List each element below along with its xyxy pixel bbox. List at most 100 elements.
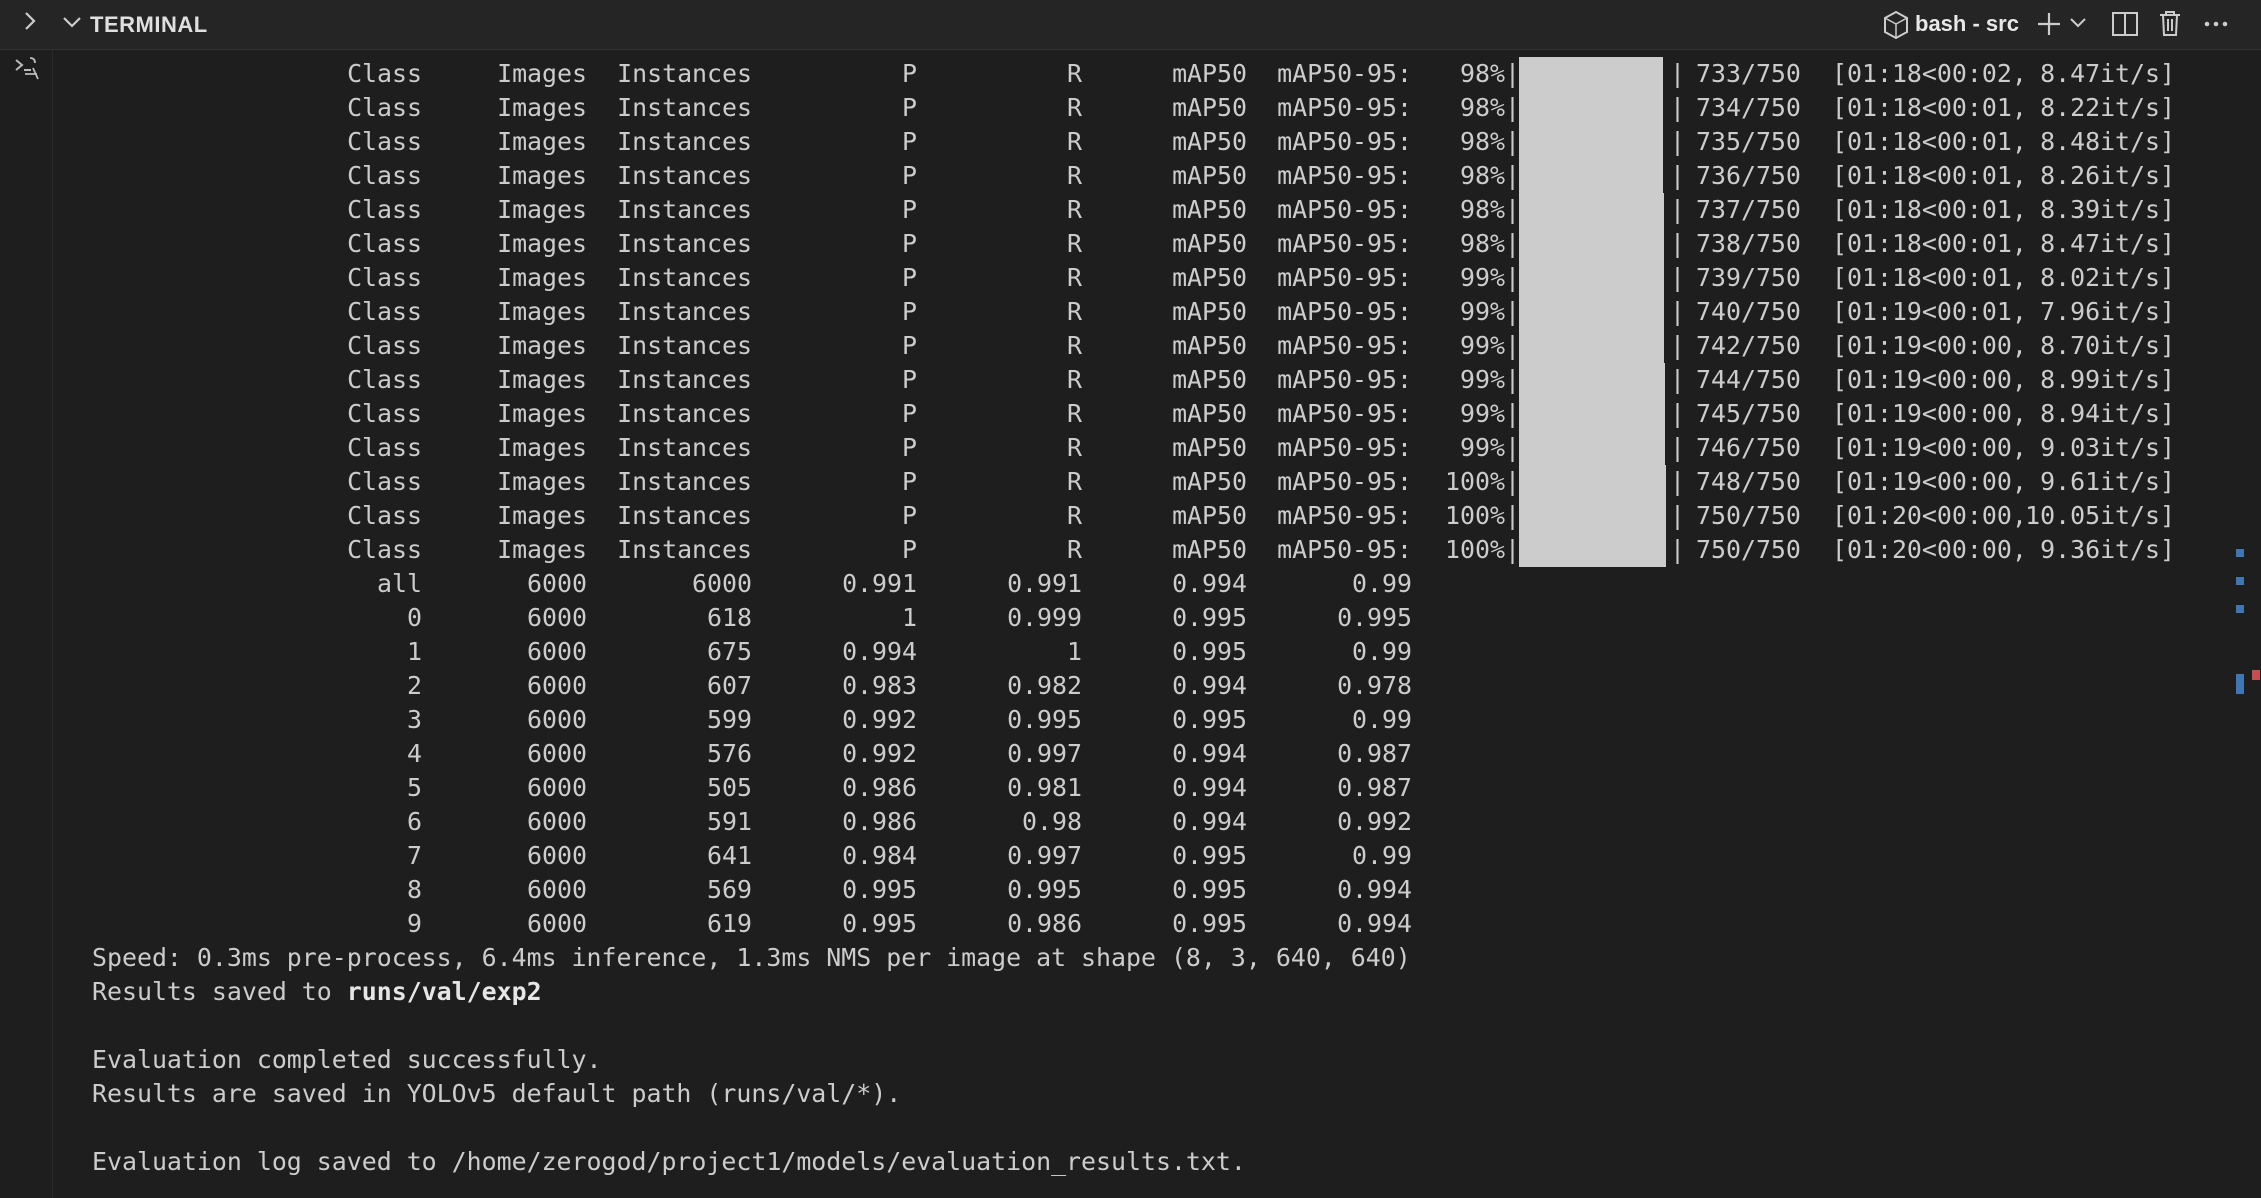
results-cell: 0.983 [842, 671, 917, 700]
results-row: all 6000 6000 0.991 0.991 0.994 0.99 [92, 567, 1592, 601]
results-row: 1 6000 675 0.994 1 0.995 0.99 [92, 635, 1592, 669]
progress-count: 733/750 [1696, 59, 1801, 88]
results-cell: 6000 [527, 909, 587, 938]
progress-line: Class Images Instances P RmAP50 mAP50-95: 98% |… [92, 91, 2222, 125]
progress-col-header: P [902, 365, 917, 394]
progress-line: Class Images Instances P RmAP50 mAP50-95: 100%… [92, 533, 2222, 567]
chevron-right-icon[interactable] [20, 8, 40, 39]
progress-col-header: Instances [617, 59, 752, 88]
scroll-marker-error [2252, 670, 2260, 680]
results-cell: 0.995 [842, 909, 917, 938]
progress-line: Class Images Instances P RmAP50 mAP50-95: 99% |… [92, 431, 2222, 465]
progress-percent: 98% [1460, 195, 1505, 224]
debug-console-icon[interactable] [13, 52, 41, 87]
progress-bar-right-edge: | [1670, 161, 1685, 190]
more-icon[interactable] [2202, 10, 2230, 43]
progress-line: Class Images Instances P RmAP50 mAP50-95: 100%… [92, 465, 2222, 499]
terminal-output[interactable]: Class Images Instances P RmAP50 mAP50-95: 98% |… [92, 57, 2222, 1198]
results-cell: 505 [707, 773, 752, 802]
progress-bar-right-edge: | [1670, 467, 1685, 496]
progress-col-header: P [902, 127, 917, 156]
scroll-marker [2236, 605, 2244, 613]
results-cell: 6 [407, 807, 422, 836]
progress-col-header: mAP50-95: [1277, 93, 1412, 122]
results-row: 2 6000 607 0.983 0.982 0.994 0.978 [92, 669, 1592, 703]
dropdown-chevron-icon[interactable] [2068, 15, 2088, 36]
progress-bar-left-edge: | [1505, 229, 1520, 258]
progress-col-header: mAP50 [1172, 59, 1247, 88]
progress-col-header: P [902, 59, 917, 88]
progress-rate: 8.39it/s] [2040, 195, 2175, 224]
results-cell: 0.995 [1172, 705, 1247, 734]
progress-rate: 7.96it/s] [2040, 297, 2175, 326]
progress-col-header: mAP50-95: [1277, 263, 1412, 292]
progress-col-header: R [1067, 501, 1082, 530]
progress-time: [01:20<00:00, [1832, 535, 2027, 564]
progress-percent: 99% [1460, 297, 1505, 326]
progress-col-header: R [1067, 161, 1082, 190]
results-cell: 0.994 [1172, 739, 1247, 768]
results-cell: all [377, 569, 422, 598]
results-cell: 0.98 [1022, 807, 1082, 836]
results-row: 8 6000 569 0.995 0.995 0.995 0.994 [92, 873, 1592, 907]
terminal-tabs-gutter [0, 50, 53, 1198]
progress-rate: 8.02it/s] [2040, 263, 2175, 292]
progress-col-header: mAP50-95: [1277, 365, 1412, 394]
results-cell: 0.995 [1172, 603, 1247, 632]
results-cell: 6000 [527, 569, 587, 598]
terminal-scrollbar[interactable] [2230, 50, 2261, 1198]
progress-line: Class Images Instances P RmAP50 mAP50-95: 99% |… [92, 363, 2222, 397]
progress-col-header: Class [347, 365, 422, 394]
progress-col-header: R [1067, 297, 1082, 326]
results-cell: 6000 [527, 637, 587, 666]
panel-title[interactable]: TERMINAL [90, 12, 208, 38]
results-cell: 0.994 [842, 637, 917, 666]
trash-icon[interactable] [2156, 8, 2184, 43]
progress-col-header: mAP50 [1172, 535, 1247, 564]
progress-percent: 99% [1460, 263, 1505, 292]
progress-col-header: Images [497, 433, 587, 462]
results-cell: 0.992 [842, 739, 917, 768]
progress-bar-right-edge: | [1670, 535, 1685, 564]
progress-col-header: R [1067, 433, 1082, 462]
progress-rate: 8.94it/s] [2040, 399, 2175, 428]
chevron-down-icon[interactable] [60, 12, 84, 37]
progress-col-header: R [1067, 195, 1082, 224]
progress-bar-fill [1519, 397, 1665, 431]
results-cell: 6000 [527, 739, 587, 768]
progress-bar-right-edge: | [1670, 501, 1685, 530]
progress-col-header: Class [347, 59, 422, 88]
results-cell: 3 [407, 705, 422, 734]
progress-bar-fill [1519, 91, 1663, 125]
results-cell: 0.995 [1172, 637, 1247, 666]
progress-rate: 8.22it/s] [2040, 93, 2175, 122]
terminal-instance-label[interactable]: bash - src [1915, 11, 2019, 37]
scroll-marker [2236, 549, 2244, 557]
progress-percent: 98% [1460, 59, 1505, 88]
progress-rate: 10.05it/s] [2025, 501, 2175, 530]
results-cell: 0.995 [1172, 909, 1247, 938]
split-icon[interactable] [2110, 9, 2140, 44]
progress-percent: 98% [1460, 127, 1505, 156]
results-cell: 9 [407, 909, 422, 938]
progress-bar-fill [1519, 125, 1664, 159]
progress-col-header: R [1067, 331, 1082, 360]
results-row: 0 6000 618 1 0.999 0.995 0.995 [92, 601, 1592, 635]
scroll-marker [2236, 674, 2244, 694]
progress-count: 750/750 [1696, 501, 1801, 530]
progress-col-header: Class [347, 433, 422, 462]
progress-time: [01:19<00:00, [1832, 331, 2027, 360]
progress-col-header: mAP50 [1172, 433, 1247, 462]
results-cell: 0.994 [1172, 671, 1247, 700]
results-cell: 0.997 [1007, 739, 1082, 768]
progress-col-header: mAP50 [1172, 127, 1247, 156]
results-cell: 0.978 [1337, 671, 1412, 700]
progress-col-header: P [902, 161, 917, 190]
add-icon[interactable] [2034, 9, 2064, 44]
results-cell: 6000 [527, 773, 587, 802]
progress-col-header: Class [347, 195, 422, 224]
progress-bar-fill [1519, 465, 1666, 499]
progress-col-header: mAP50 [1172, 331, 1247, 360]
results-row: 5 6000 505 0.986 0.981 0.994 0.987 [92, 771, 1592, 805]
progress-col-header: Class [347, 297, 422, 326]
